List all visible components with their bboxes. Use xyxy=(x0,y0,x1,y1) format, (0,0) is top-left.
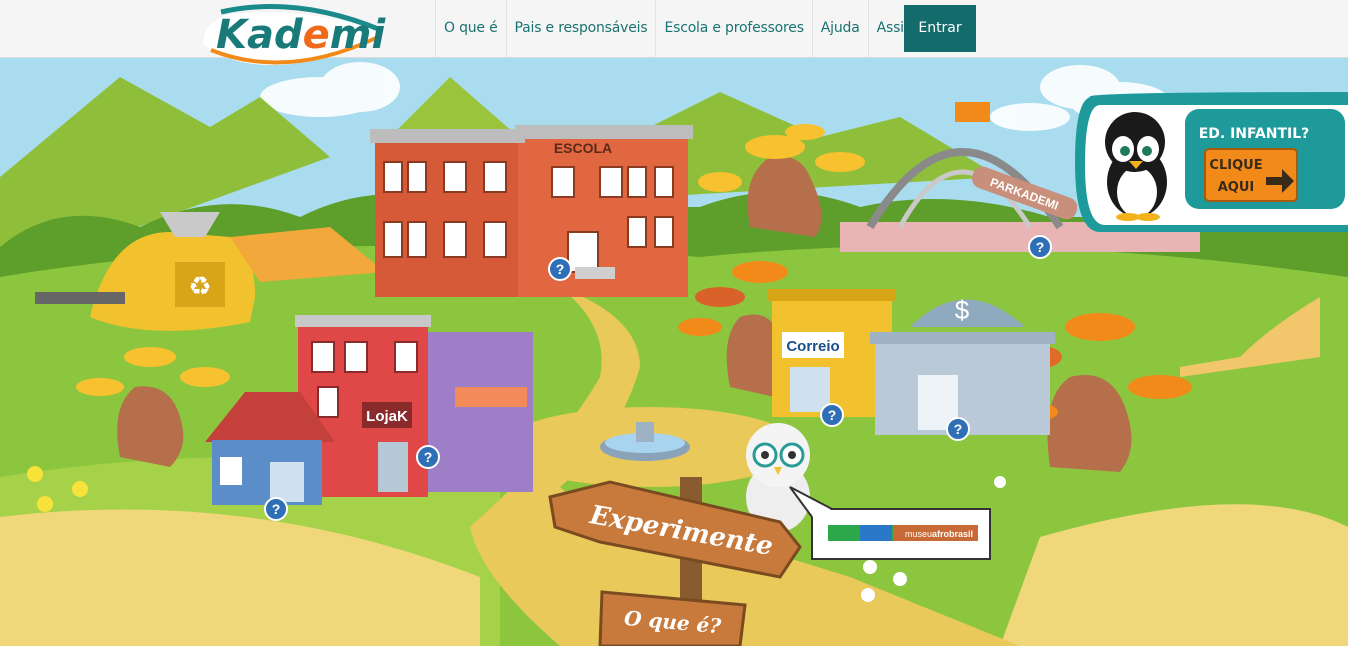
help-marker-park[interactable]: ? xyxy=(1028,235,1052,259)
logo-text: Kademi xyxy=(216,12,386,58)
enter-button[interactable]: Entrar xyxy=(904,5,976,52)
dollar-icon: $ xyxy=(955,295,970,325)
help-marker-bank[interactable]: ? xyxy=(946,417,970,441)
post-office-sign: Correio xyxy=(786,338,839,355)
partner-logo-a: museu xyxy=(905,529,932,539)
help-marker-school[interactable]: ? xyxy=(548,257,572,281)
help-marker-post-office[interactable]: ? xyxy=(820,403,844,427)
nav-link-escola[interactable]: Escola e professores xyxy=(655,0,811,57)
school-building[interactable]: ESCOLA xyxy=(370,125,693,297)
aqui-label: AQUI xyxy=(1218,180,1255,195)
help-marker-house[interactable]: ? xyxy=(264,497,288,521)
school-sign: ESCOLA xyxy=(554,140,612,156)
infantil-promo[interactable]: ED. INFANTIL? CLIQUE AQUI xyxy=(1075,92,1348,232)
nav-link-ajuda[interactable]: Ajuda xyxy=(811,0,868,57)
recycle-icon: ♻ xyxy=(188,271,211,301)
nav-link-o-que-e[interactable]: O que é xyxy=(435,0,506,57)
nav-link-pais[interactable]: Pais e responsáveis xyxy=(505,0,656,57)
town-scene: ♻ ESCOLA PARKADEMI LojaK Correio $ museu… xyxy=(0,57,1348,646)
infantil-title: ED. INFANTIL? xyxy=(1199,126,1310,142)
store-sign: LojaK xyxy=(366,408,408,425)
question-icon: ? xyxy=(424,449,433,465)
kademi-logo[interactable]: Kademi xyxy=(196,0,386,78)
question-icon: ? xyxy=(828,407,837,423)
clique-aqui-button[interactable]: CLIQUE AQUI xyxy=(1204,148,1298,202)
clique-label: CLIQUE xyxy=(1209,158,1262,173)
penguin-mascot xyxy=(1105,112,1167,221)
question-icon: ? xyxy=(1036,239,1045,255)
store-building[interactable]: LojaK xyxy=(295,315,533,497)
main-nav: O que é Pais e responsáveis Escola e pro… xyxy=(435,0,929,57)
question-icon: ? xyxy=(954,421,963,437)
question-icon: ? xyxy=(272,501,281,517)
help-marker-store[interactable]: ? xyxy=(416,445,440,469)
partner-logo-b: afrobrasil xyxy=(932,529,973,539)
question-icon: ? xyxy=(556,261,565,277)
